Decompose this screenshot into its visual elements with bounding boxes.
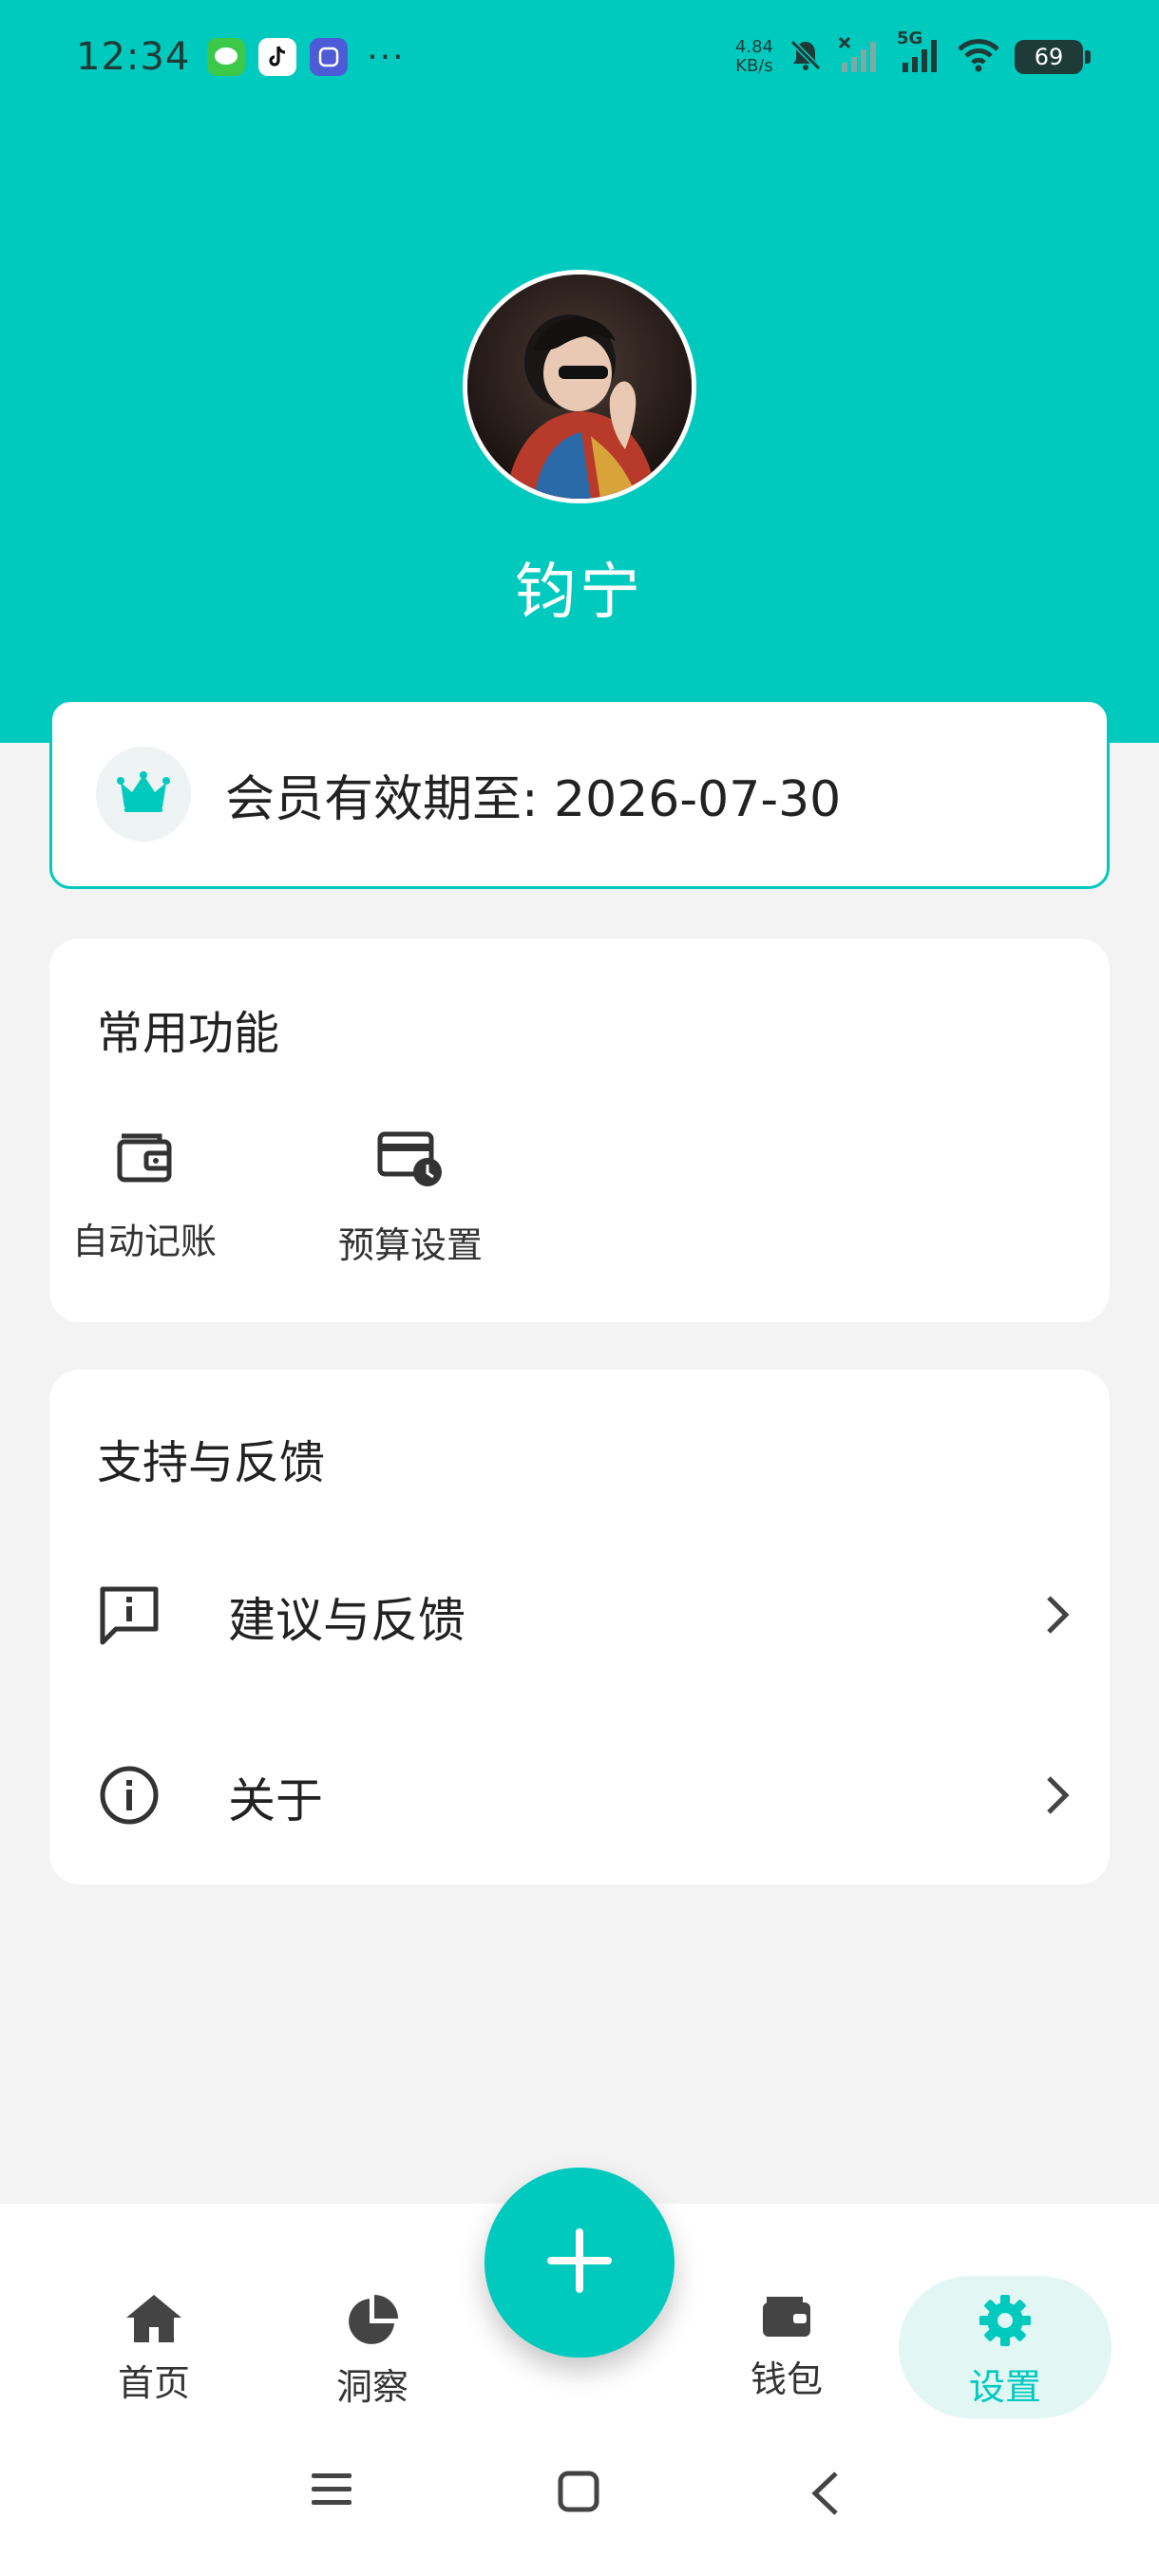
signal-5g-icon: 5G [897, 28, 942, 78]
chevron-right-icon [1043, 1594, 1072, 1639]
budget-settings-label: 预算设置 [337, 1224, 483, 1266]
chevron-right-icon [1043, 1774, 1072, 1820]
membership-card[interactable]: 会员有效期至: 2026-07-30 [49, 699, 1110, 889]
tieba-icon [310, 38, 349, 76]
common-functions-card: 常用功能 自动记账 预算设置 [49, 938, 1110, 1322]
home-icon [124, 2295, 183, 2348]
nav-settings-label: 设置 [968, 2366, 1041, 2408]
tiktok-icon [258, 38, 297, 76]
battery-icon: 69 [1015, 40, 1091, 74]
budget-settings-button[interactable]: 预算设置 [315, 1128, 505, 1268]
about-label: 关于 [228, 1773, 323, 1828]
wifi-icon [956, 36, 1001, 78]
nav-wallet[interactable]: 钱包 [692, 2293, 882, 2402]
speed-unit: KB/s [735, 56, 773, 76]
username: 钧宁 [515, 558, 644, 628]
wallet-icon [759, 2297, 814, 2344]
avatar[interactable] [463, 270, 696, 503]
plus-icon [543, 2225, 616, 2301]
network-type: 5G [897, 28, 923, 48]
auto-bookkeeping-button[interactable]: 自动记账 [49, 1128, 239, 1264]
status-bar: 12:34 ··· 4.84 KB/s 5G 69 [0, 0, 1159, 114]
wallet-icon [114, 1133, 175, 1189]
budget-clock-icon [376, 1131, 445, 1193]
nav-home-label: 首页 [117, 2362, 190, 2404]
speed-value: 4.84 [734, 37, 773, 57]
nav-home[interactable]: 首页 [59, 2291, 249, 2406]
network-speed: 4.84 KB/s [735, 38, 773, 76]
nav-wallet-label: 钱包 [750, 2358, 823, 2400]
crown-icon [117, 771, 170, 817]
more-notifications: ··· [367, 37, 406, 77]
nav-insights[interactable]: 洞察 [277, 2293, 467, 2410]
nav-settings[interactable]: 设置 [910, 2293, 1100, 2410]
home-button-icon[interactable] [557, 2470, 600, 2517]
nav-insights-label: 洞察 [335, 2366, 408, 2408]
message-icon [207, 38, 246, 76]
back-icon[interactable] [809, 2470, 842, 2521]
feedback-label: 建议与反馈 [228, 1593, 466, 1648]
signal-off-icon [838, 36, 884, 78]
support-title: 支持与反馈 [97, 1436, 326, 1489]
auto-bookkeeping-label: 自动记账 [71, 1221, 217, 1262]
common-functions-title: 常用功能 [97, 1007, 280, 1060]
mute-icon [787, 36, 825, 78]
feedback-icon [97, 1583, 162, 1650]
support-feedback-card: 支持与反馈 建议与反馈 关于 [49, 1370, 1110, 1885]
pie-chart-icon [345, 2295, 400, 2352]
crown-badge [96, 747, 191, 842]
membership-expiry: 会员有效期至: 2026-07-30 [225, 770, 842, 828]
feedback-row[interactable]: 建议与反馈 [49, 1541, 1110, 1693]
status-time: 12:34 [76, 35, 191, 79]
gear-icon [978, 2295, 1033, 2352]
menu-icon[interactable] [310, 2470, 353, 2513]
about-row[interactable]: 关于 [49, 1721, 1110, 1873]
add-record-button[interactable] [484, 2168, 674, 2358]
info-icon [97, 1763, 162, 1831]
